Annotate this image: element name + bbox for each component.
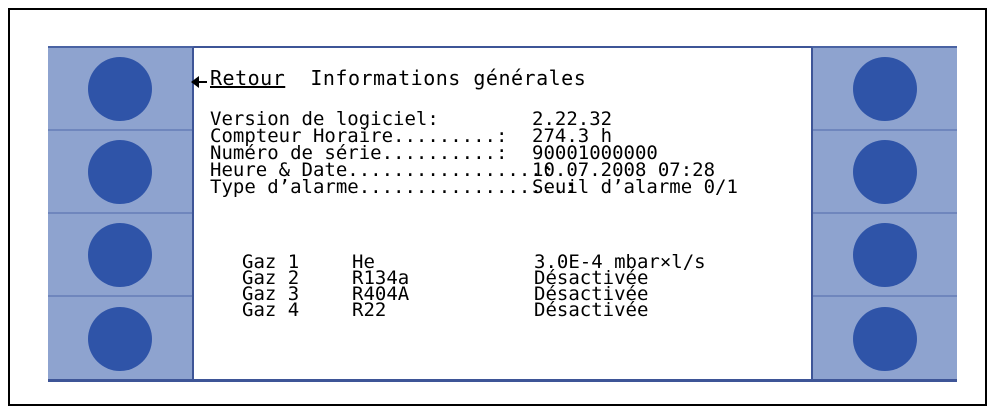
screen-title: Informations générales <box>310 66 587 90</box>
gas-name: Gaz 4 <box>242 299 300 321</box>
back-link[interactable]: Retour <box>210 66 285 90</box>
gas-fluid: R22 <box>352 299 387 321</box>
lcd-screen: Retour Informations générales Version de… <box>191 46 811 382</box>
circle-button-icon <box>88 306 152 371</box>
circle-button-icon <box>88 139 152 204</box>
right-softkey-4[interactable] <box>813 297 957 380</box>
screen-header: Retour Informations générales <box>210 66 586 90</box>
circle-button-icon <box>853 139 917 204</box>
info-label: Type d’alarme..................: <box>210 176 577 198</box>
circle-button-icon <box>88 56 152 121</box>
left-softkey-2[interactable] <box>48 131 192 214</box>
right-softkey-panel <box>811 46 957 382</box>
circle-button-icon <box>853 56 917 121</box>
back-arrow-icon <box>191 76 207 88</box>
info-row-alarm-type: Type d’alarme..................: Seuil d’… <box>210 176 738 198</box>
gas-value: Désactivée <box>534 299 649 321</box>
right-softkey-3[interactable] <box>813 214 957 297</box>
gas-row: Gaz 4 R22 Désactivée <box>242 299 706 321</box>
gas-list: Gaz 1 He 3.0E-4 mbar×l/s Gaz 2 R134a Désacti… <box>242 253 706 321</box>
left-softkey-1[interactable] <box>48 48 192 131</box>
info-value: Seuil d’alarme 0/1 <box>532 176 738 198</box>
left-softkey-4[interactable] <box>48 297 192 380</box>
circle-button-icon <box>88 222 152 287</box>
info-list: Version de logiciel: 2.22.32 Compteur Hor… <box>210 110 738 198</box>
right-softkey-2[interactable] <box>813 131 957 214</box>
left-softkey-panel <box>48 46 194 382</box>
circle-button-icon <box>853 306 917 371</box>
left-softkey-3[interactable] <box>48 214 192 297</box>
circle-button-icon <box>853 222 917 287</box>
right-softkey-1[interactable] <box>813 48 957 131</box>
